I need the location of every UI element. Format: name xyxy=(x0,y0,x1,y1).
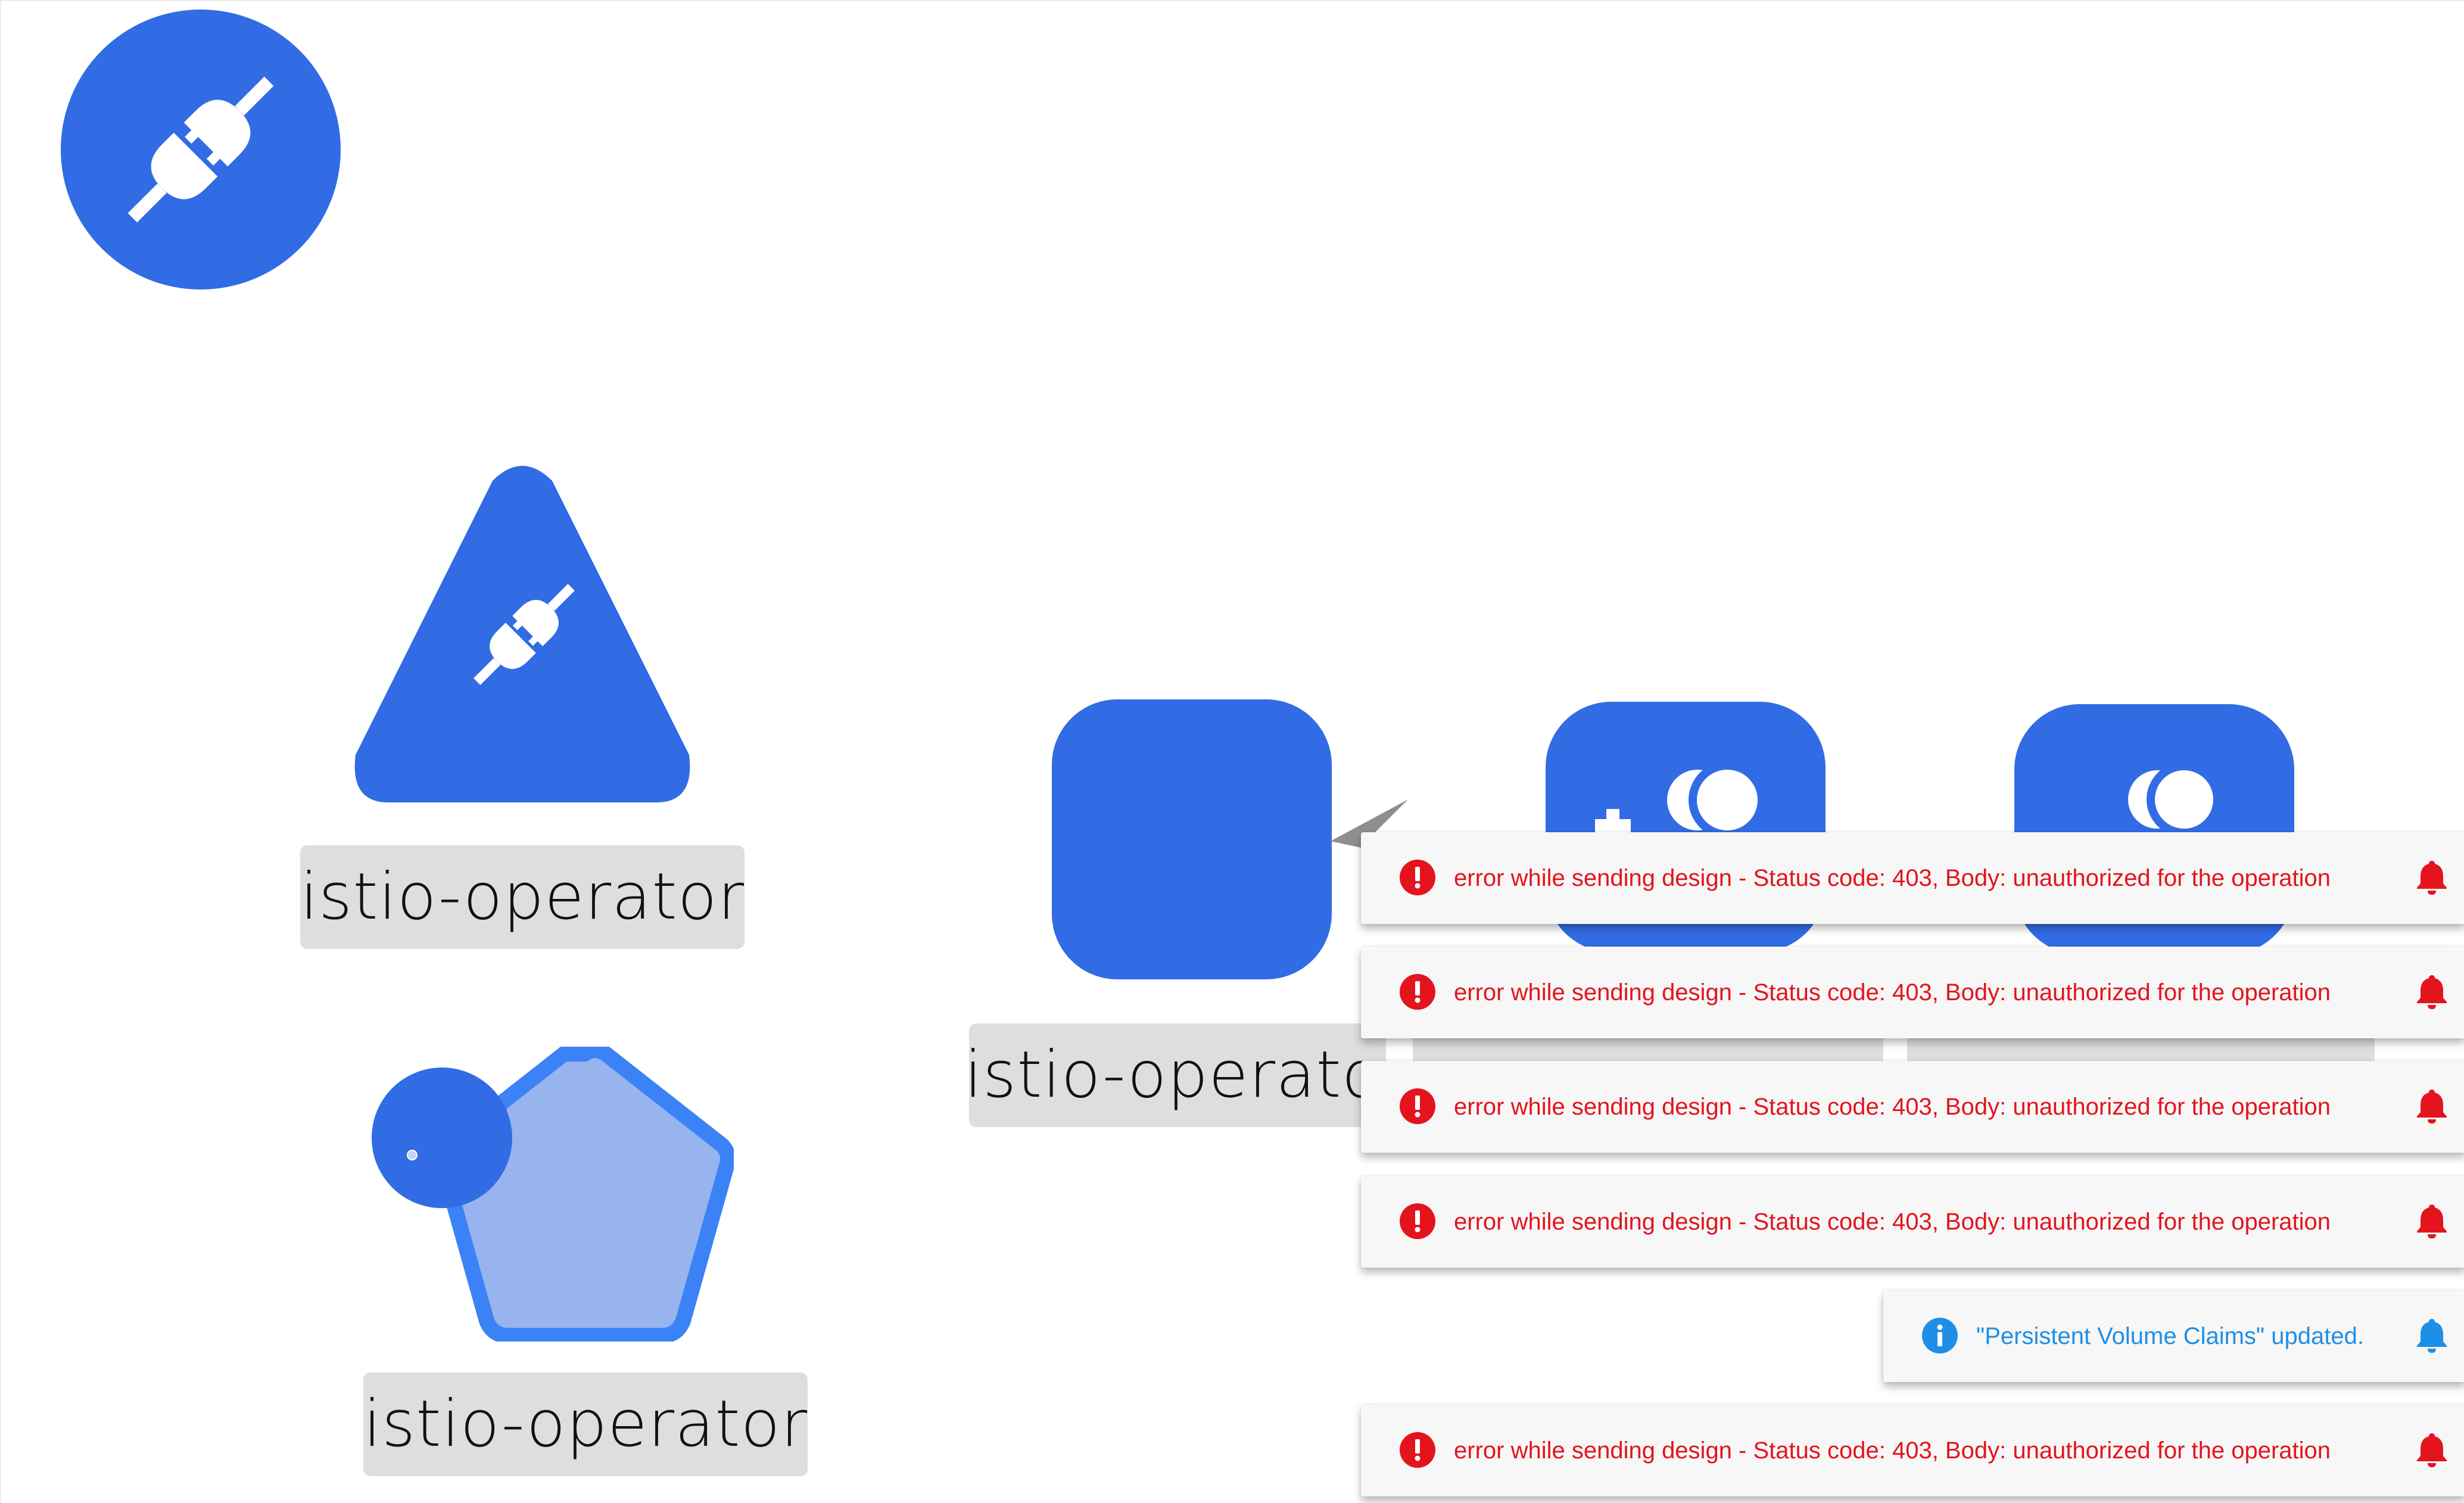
notification-message: error while sending design - Status code… xyxy=(1454,1437,2331,1464)
notification-message: error while sending design - Status code… xyxy=(1454,979,2331,1006)
error-circle-icon xyxy=(1400,1432,1435,1468)
pentagon-node[interactable] xyxy=(370,1047,734,1342)
notification-message: "Persistent Volume Claims" updated. xyxy=(1976,1323,2364,1349)
notification-message: error while sending design - Status code… xyxy=(1454,1209,2331,1235)
error-circle-icon xyxy=(1400,860,1435,895)
triangle-node-label: istio-operator xyxy=(300,845,745,949)
pentagon-node-label: istio-operator xyxy=(363,1373,808,1476)
triangle-node[interactable] xyxy=(353,463,692,805)
bell-icon[interactable] xyxy=(2415,1317,2449,1353)
notification-info[interactable]: "Persistent Volume Claims" updated. xyxy=(1883,1290,2464,1382)
square-node[interactable] xyxy=(1052,699,1332,979)
bell-icon[interactable] xyxy=(2415,858,2449,895)
notification-error[interactable]: error while sending design - Status code… xyxy=(1361,947,2464,1038)
notification-error[interactable]: error while sending design - Status code… xyxy=(1361,1405,2464,1496)
notification-error[interactable]: error while sending design - Status code… xyxy=(1361,1061,2464,1153)
toggle-icon xyxy=(2120,762,2222,837)
error-circle-icon xyxy=(1400,974,1435,1010)
bell-icon[interactable] xyxy=(2415,1431,2449,1468)
bell-icon[interactable] xyxy=(2415,1202,2449,1239)
circle-node[interactable] xyxy=(61,10,341,290)
notification-message: error while sending design - Status code… xyxy=(1454,1094,2331,1120)
notification-error[interactable]: error while sending design - Status code… xyxy=(1361,1176,2464,1268)
info-circle-icon xyxy=(1922,1318,1958,1353)
bell-icon[interactable] xyxy=(2415,1087,2449,1124)
notification-message: error while sending design - Status code… xyxy=(1454,865,2331,891)
bell-icon[interactable] xyxy=(2415,973,2449,1010)
error-circle-icon xyxy=(1400,1088,1435,1124)
error-circle-icon xyxy=(1400,1203,1435,1239)
notification-error[interactable]: error while sending design - Status code… xyxy=(1361,832,2464,924)
design-canvas[interactable]: istio-operator istio-operator istio-oper… xyxy=(0,0,2464,1503)
square-node-label: istio-operato xyxy=(969,1023,1386,1127)
